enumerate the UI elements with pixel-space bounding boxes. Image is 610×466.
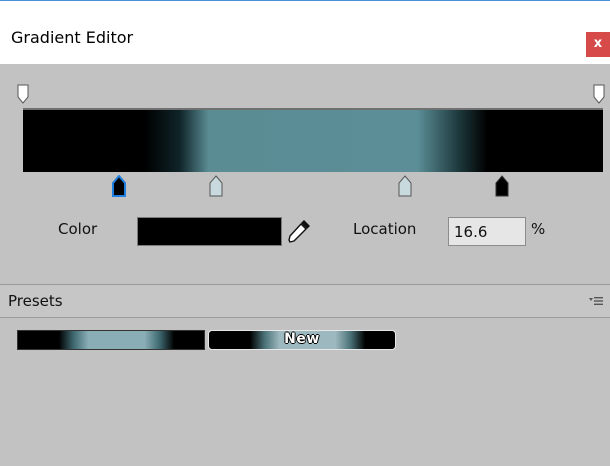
alpha-key-end[interactable]: [593, 84, 605, 104]
color-key[interactable]: [398, 175, 412, 197]
gradient-preview-bar[interactable]: [23, 108, 603, 172]
new-preset-button[interactable]: New: [208, 330, 396, 350]
new-preset-label: New: [284, 331, 320, 347]
window-title: Gradient Editor: [11, 28, 134, 47]
preset-gradient[interactable]: [17, 330, 205, 350]
color-key[interactable]: [495, 175, 509, 197]
color-key[interactable]: [209, 175, 223, 197]
color-key-selected[interactable]: [112, 175, 126, 197]
menu-dropdown-icon[interactable]: [588, 294, 604, 308]
presets-list: New: [0, 318, 610, 466]
close-button[interactable]: x: [586, 32, 610, 57]
alpha-key-start[interactable]: [17, 84, 29, 104]
location-input[interactable]: [448, 217, 526, 246]
color-label: Color: [58, 220, 98, 238]
percent-label: %: [531, 220, 546, 238]
color-field[interactable]: [137, 217, 282, 246]
eyedropper-icon[interactable]: [286, 218, 312, 244]
presets-header: Presets: [0, 284, 610, 318]
gradient-editor-window: Gradient Editor x Color Location 16.6 % …: [0, 0, 610, 466]
gradient-editor-area: Color Location %: [0, 64, 610, 284]
location-label: Location: [353, 220, 417, 238]
title-bar: Gradient Editor x: [0, 1, 610, 64]
presets-title: Presets: [8, 292, 63, 310]
